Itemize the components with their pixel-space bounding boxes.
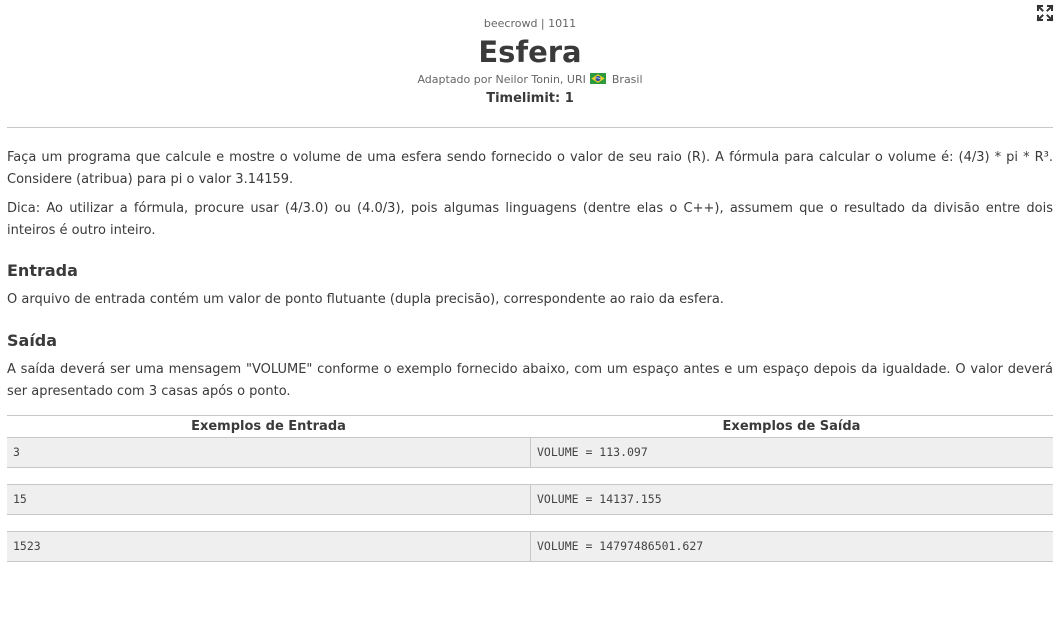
examples-input-header: Exemplos de Entrada bbox=[191, 419, 346, 434]
example-row: 15 VOLUME = 14137.155 bbox=[7, 484, 1053, 515]
output-section-text: A saída deverá ser uma mensagem "VOLUME"… bbox=[7, 362, 1053, 399]
timelimit: Timelimit: 1 bbox=[486, 91, 574, 106]
input-section-text: O arquivo de entrada contém um valor de … bbox=[7, 292, 724, 307]
country-text: Brasil bbox=[611, 73, 643, 86]
examples-output-header: Exemplos de Saída bbox=[722, 419, 861, 434]
page-title: Esfera bbox=[478, 35, 582, 69]
header-divider bbox=[7, 127, 1053, 128]
author-line: Adaptado por Neilor Tonin, URI Brasil bbox=[0, 73, 1060, 86]
example-output-cell[interactable]: VOLUME = 14137.155 bbox=[530, 485, 1053, 514]
brazil-flag-icon bbox=[590, 73, 607, 84]
example-input-cell[interactable]: 3 bbox=[7, 438, 530, 467]
crumb-text: beecrowd | 1011 bbox=[483, 17, 577, 30]
problem-crumb: beecrowd | 1011 bbox=[0, 17, 1060, 30]
example-row: 3 VOLUME = 113.097 bbox=[7, 437, 1053, 468]
example-output-cell[interactable]: VOLUME = 14797486501.627 bbox=[530, 532, 1053, 561]
example-input-cell[interactable]: 1523 bbox=[7, 532, 530, 561]
example-output-cell[interactable]: VOLUME = 113.097 bbox=[530, 438, 1053, 467]
output-section-title: Saída bbox=[7, 331, 58, 350]
example-row: 1523 VOLUME = 14797486501.627 bbox=[7, 531, 1053, 562]
description-paragraph-1: Faça um programa que calcule e mostre o … bbox=[7, 150, 1053, 187]
input-section-title: Entrada bbox=[7, 261, 78, 280]
description-paragraph-2: Dica: Ao utilizar a fórmula, procure usa… bbox=[7, 201, 1053, 238]
examples-top-rule bbox=[7, 415, 1053, 416]
author-text: Adaptado por Neilor Tonin, URI bbox=[417, 73, 586, 86]
example-input-cell[interactable]: 15 bbox=[7, 485, 530, 514]
